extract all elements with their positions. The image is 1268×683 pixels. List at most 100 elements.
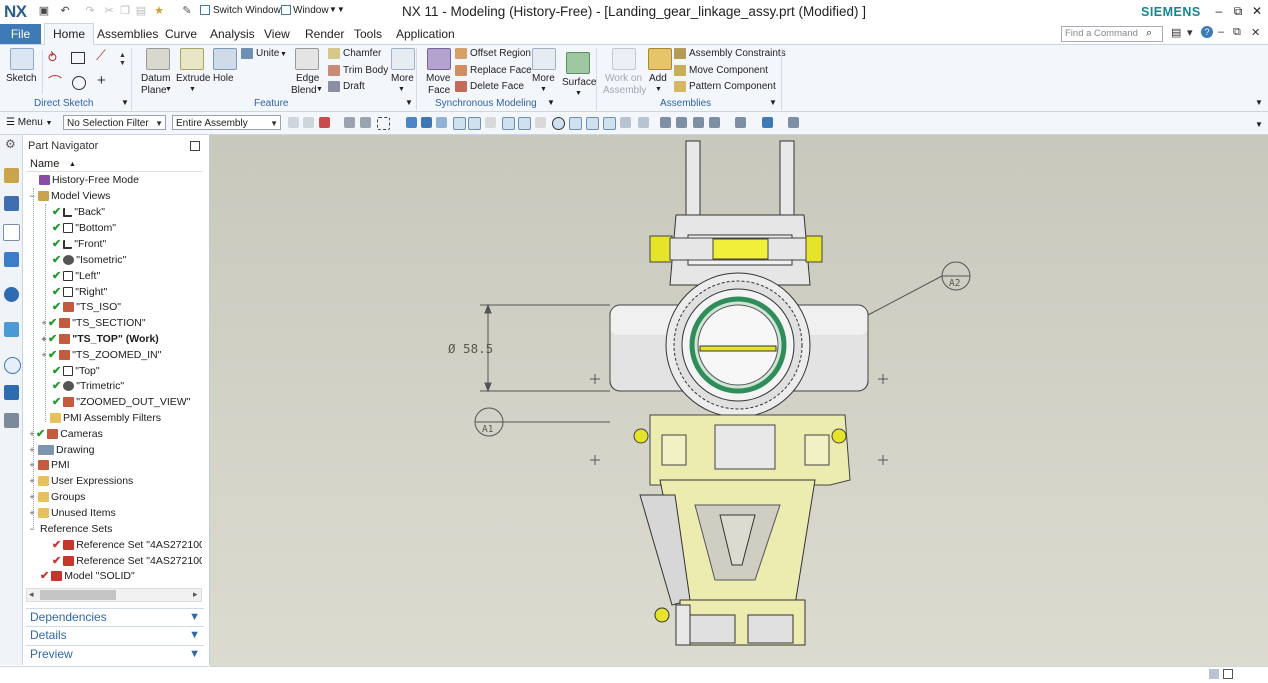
snap-icon[interactable] <box>288 117 299 128</box>
expand-icon[interactable]: + <box>28 442 36 458</box>
tree-item-pmi[interactable]: + PMI <box>28 457 69 473</box>
datum-plane-dropdown[interactable]: ▼ <box>165 86 172 93</box>
expand-icon[interactable]: + <box>40 347 48 363</box>
tree-item-model-solid[interactable]: ✔ Model "SOLID" <box>40 568 135 584</box>
edit-object-display-icon[interactable] <box>762 117 773 128</box>
datum-a1-label[interactable]: A1 <box>482 424 494 435</box>
window-button[interactable]: Window <box>293 5 329 16</box>
fullscreen-icon[interactable] <box>1223 669 1233 679</box>
tree-item-view-bottom[interactable]: ✔ "Bottom" <box>52 220 116 236</box>
tree-item-view-ts-iso[interactable]: ✔ "TS_ISO" <box>52 299 121 315</box>
snap-point-on-curve-icon[interactable] <box>586 117 599 130</box>
extrude-button[interactable]: Extrude <box>176 73 210 84</box>
maximize-panel-icon[interactable] <box>190 141 200 151</box>
work-on-assembly-label-2[interactable]: Assembly <box>603 85 646 96</box>
show-hide-icon[interactable] <box>788 117 799 128</box>
switch-window-button[interactable]: Switch Window <box>213 5 281 16</box>
tree-item-view-right[interactable]: ✔ "Right" <box>52 284 107 300</box>
part-navigator-icon[interactable] <box>3 224 20 241</box>
expand-icon[interactable]: + <box>28 426 36 442</box>
minimize-icon[interactable]: – <box>1210 3 1228 19</box>
copy-icon[interactable]: ❐ <box>118 4 132 18</box>
arc-icon[interactable]: ⌒ <box>48 72 62 92</box>
snap-existing-point-icon[interactable] <box>569 117 582 130</box>
paste-icon[interactable]: ▤ <box>134 4 148 18</box>
tree-item-user-expressions[interactable]: + User Expressions <box>28 473 133 489</box>
dropdown-icon[interactable]: ▾ <box>1187 26 1193 39</box>
lasso-icon[interactable] <box>360 117 371 128</box>
scroll-right-icon[interactable]: ▸ <box>193 589 198 600</box>
snap-intersection-icon[interactable] <box>502 117 515 130</box>
face-select-icon[interactable] <box>421 117 432 128</box>
close-icon[interactable]: ✕ <box>1248 3 1266 19</box>
tree-item-history-free[interactable]: History-Free Mode <box>37 172 139 188</box>
edge-blend-label-1[interactable]: Edge <box>296 73 319 84</box>
expand-icon[interactable]: + <box>28 457 36 473</box>
snap-point-on-surface-icon[interactable] <box>603 117 616 130</box>
touch-mode-icon[interactable]: ✎ <box>180 4 194 18</box>
pattern-component-button[interactable]: Pattern Component <box>674 81 776 92</box>
tab-curve[interactable]: Curve <box>157 24 205 44</box>
window-dropdown-icon[interactable]: ▼▼ <box>329 5 345 14</box>
save-icon[interactable]: ▣ <box>37 4 51 18</box>
delete-face-button[interactable]: Delete Face <box>455 81 524 92</box>
tree-item-view-trimetric[interactable]: ✔ "Trimetric" <box>52 378 124 394</box>
tree-item-pmi-assembly-filters[interactable]: PMI Assembly Filters <box>48 410 161 426</box>
expand-icon[interactable]: + <box>28 489 36 505</box>
cut-icon[interactable]: ✂ <box>102 4 116 18</box>
add-button[interactable]: Add <box>649 73 667 84</box>
work-on-assembly-label-1[interactable]: Work on <box>605 73 642 84</box>
search-icon[interactable]: ⌕ <box>1146 27 1152 40</box>
feature-select-icon[interactable] <box>406 117 417 128</box>
tab-assemblies[interactable]: Assemblies <box>89 24 166 44</box>
extrude-dropdown[interactable]: ▼ <box>189 86 196 93</box>
collapse-icon[interactable]: − <box>28 188 36 204</box>
tree-item-view-zoomed-out[interactable]: ✔ "ZOOMED_OUT_VIEW" <box>52 394 190 410</box>
tree-item-view-front[interactable]: ✔ "Front" <box>52 236 106 252</box>
tree-item-view-back[interactable]: ✔ "Back" <box>52 204 105 220</box>
sketch-button[interactable]: Sketch <box>6 73 37 84</box>
orient-view-icon[interactable] <box>709 117 720 128</box>
menu-button[interactable]: ☰ Menu ▼ <box>6 117 52 128</box>
pick-icon[interactable] <box>344 117 355 128</box>
expand-icon[interactable]: + <box>28 473 36 489</box>
sketch-more-icon[interactable]: ▲ ▼ <box>119 52 126 68</box>
sync-group-dropdown[interactable]: ▼ <box>547 98 555 107</box>
datum-plane-label-2[interactable]: Plane <box>141 85 167 96</box>
collapse-icon[interactable]: − <box>28 521 36 537</box>
dimension-text[interactable]: Ø 58.5 <box>448 341 493 356</box>
tree-item-view-ts-zoomed-in[interactable]: +✔ "TS_ZOOMED_IN" <box>40 347 161 363</box>
process-studio-icon[interactable] <box>4 385 19 400</box>
redo-icon[interactable]: ↷ <box>83 4 97 18</box>
snap-center-icon[interactable] <box>552 117 565 130</box>
surface-dropdown[interactable]: ▼ <box>575 90 582 97</box>
tree-item-reference-sets[interactable]: − Reference Sets <box>28 521 112 537</box>
doc-minimize-icon[interactable]: – <box>1218 26 1224 38</box>
datum-plane-label-1[interactable]: Datum <box>141 73 170 84</box>
tree-item-cameras[interactable]: +✔ Cameras <box>28 426 102 442</box>
line-icon[interactable]: ⟋ <box>96 47 106 64</box>
ribbon-options-dropdown[interactable]: ▼ <box>1255 98 1263 107</box>
scroll-left-icon[interactable]: ◂ <box>29 589 34 600</box>
expand-icon[interactable]: + <box>40 315 48 331</box>
render-style-icon[interactable] <box>735 117 746 128</box>
details-section[interactable]: Details ▼ <box>26 626 204 643</box>
hole-button[interactable]: Hole <box>213 73 234 84</box>
tree-item-view-ts-top-work[interactable]: +✔ "TS_TOP" (Work) <box>40 331 158 347</box>
snap-grid-icon[interactable] <box>638 117 649 128</box>
feature-more-button[interactable]: More <box>391 73 414 84</box>
doc-restore-icon[interactable]: ⧉ <box>1233 26 1241 39</box>
scrollbar-thumb[interactable] <box>40 590 116 600</box>
name-column-header[interactable]: Name ▲ <box>26 157 202 172</box>
selection-scope-select[interactable]: Entire Assembly ▼ <box>172 115 281 130</box>
status-icon[interactable] <box>1209 669 1219 679</box>
repeat-command-icon[interactable]: ★ <box>152 4 166 18</box>
tab-home[interactable]: Home <box>44 23 95 46</box>
rotate-icon[interactable] <box>693 117 704 128</box>
help-icon[interactable]: ? <box>1201 26 1213 38</box>
history-clock-icon[interactable] <box>4 357 21 374</box>
tree-item-view-isometric[interactable]: ✔ "Isometric" <box>52 252 126 268</box>
undo-icon[interactable]: ↶ <box>58 4 72 18</box>
snap-quadrant-icon[interactable] <box>535 117 546 128</box>
tree-item-view-top[interactable]: ✔ "Top" <box>52 363 100 379</box>
